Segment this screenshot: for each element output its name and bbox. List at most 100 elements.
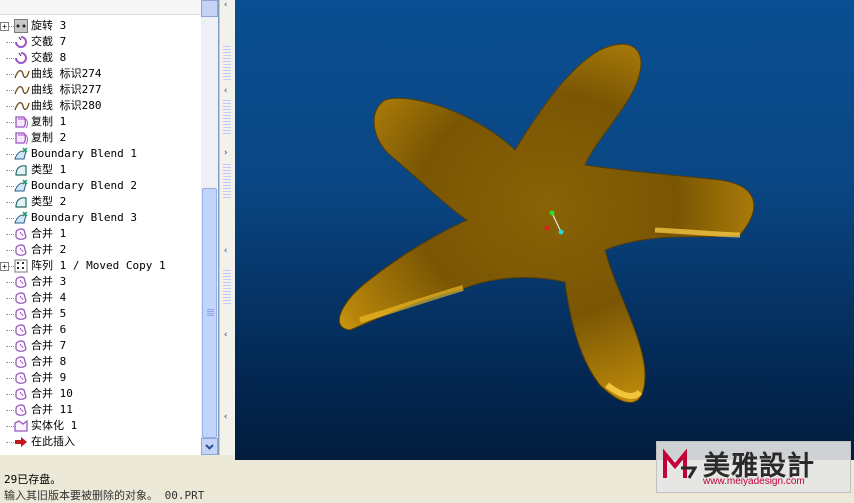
tree-connector — [6, 362, 14, 363]
tree-connector — [6, 410, 14, 411]
merge-icon — [14, 243, 28, 257]
tree-item-label: 曲线 标识280 — [31, 99, 102, 112]
tree-item-label: 合并 2 — [31, 243, 67, 256]
tree-item-label: 实体化 1 — [31, 419, 78, 432]
expand-icon[interactable]: + — [0, 22, 9, 31]
chevron-left-icon[interactable]: ‹ — [223, 330, 228, 340]
tree-connector — [6, 138, 14, 139]
tree-item[interactable]: 曲线 标识274 — [0, 66, 200, 82]
tree-item[interactable]: Boundary Blend 1 — [0, 146, 200, 162]
boundary-blend-icon — [14, 147, 28, 161]
copy-icon — [14, 131, 28, 145]
expand-icon[interactable]: + — [0, 262, 9, 271]
tree-connector — [6, 58, 14, 59]
tree-item[interactable]: 合并 1 — [0, 226, 200, 242]
scroll-down-button[interactable] — [201, 438, 218, 455]
tree-item[interactable]: 合并 9 — [0, 370, 200, 386]
tree-item[interactable]: 曲线 标识277 — [0, 82, 200, 98]
boundary-blend-icon — [14, 211, 28, 225]
tree-item[interactable]: 曲线 标识280 — [0, 98, 200, 114]
tree-item[interactable]: + 阵列 1 / Moved Copy 1 — [0, 258, 200, 274]
tree-item[interactable]: 复制 2 — [0, 130, 200, 146]
tree-item[interactable]: 实体化 1 — [0, 418, 200, 434]
tree-item[interactable]: 合并 3 — [0, 274, 200, 290]
tree-item[interactable]: + 旋转 3 — [0, 18, 200, 34]
tree-connector — [6, 346, 14, 347]
tree-item[interactable]: 合并 7 — [0, 338, 200, 354]
model-tree[interactable]: + 旋转 3 交截 7 交截 8 曲线 标识274 曲线 标识277 曲线 标识280 复制 … — [0, 0, 219, 455]
tree-item-label: 合并 11 — [31, 403, 73, 416]
tree-item[interactable]: 合并 6 — [0, 322, 200, 338]
tree-item-label: 复制 1 — [31, 115, 67, 128]
chevron-right-icon[interactable]: › — [223, 148, 228, 158]
tree-item[interactable]: 合并 2 — [0, 242, 200, 258]
tree-item-label: 曲线 标识277 — [31, 83, 102, 96]
intersect-icon — [14, 51, 28, 65]
tree-item-label: 复制 2 — [31, 131, 67, 144]
tree-connector — [6, 186, 14, 187]
tree-item-label: 合并 3 — [31, 275, 67, 288]
splitter-grip — [223, 164, 231, 198]
tree-item[interactable]: 在此插入 — [0, 434, 200, 450]
tree-connector — [6, 106, 14, 107]
tree-item[interactable]: Boundary Blend 2 — [0, 178, 200, 194]
chevron-left-icon[interactable]: ‹ — [223, 246, 228, 256]
tree-connector — [6, 426, 14, 427]
merge-icon — [14, 275, 28, 289]
splitter-grip — [223, 270, 231, 304]
merge-icon — [14, 403, 28, 417]
tree-item[interactable]: 类型 2 — [0, 194, 200, 210]
merge-icon — [14, 227, 28, 241]
tree-item[interactable]: 类型 1 — [0, 162, 200, 178]
curve-icon — [14, 99, 30, 113]
merge-icon — [14, 355, 28, 369]
chevron-down-icon — [205, 444, 214, 450]
revolve-icon — [14, 19, 28, 33]
surface-type-icon — [14, 163, 28, 177]
tree-item[interactable]: Boundary Blend 3 — [0, 210, 200, 226]
scroll-up-button[interactable] — [201, 0, 218, 17]
tree-connector — [6, 170, 14, 171]
tree-item-label: 曲线 标识274 — [31, 67, 102, 80]
splitter-grip — [223, 46, 231, 80]
tree-connector — [6, 122, 14, 123]
tree-item[interactable]: 交截 8 — [0, 50, 200, 66]
copy-icon — [14, 115, 28, 129]
boundary-blend-icon — [14, 179, 28, 193]
curve-icon — [14, 83, 30, 97]
tree-item[interactable]: 合并 4 — [0, 290, 200, 306]
tree-connector — [6, 282, 14, 283]
tree-item-label: 合并 7 — [31, 339, 67, 352]
starfish-model[interactable] — [235, 0, 854, 460]
message-line: 29已存盘。 — [4, 473, 62, 486]
tree-top-partial-row — [0, 0, 218, 15]
tree-item[interactable]: 交截 7 — [0, 34, 200, 50]
tree-connector — [6, 442, 14, 443]
tree-item-label: 合并 10 — [31, 387, 73, 400]
tree-connector — [6, 234, 14, 235]
tree-connector — [6, 42, 14, 43]
chevron-left-icon[interactable]: ‹ — [223, 86, 228, 96]
splitter-grip — [223, 100, 231, 134]
tree-item[interactable]: 合并 10 — [0, 386, 200, 402]
tree-item-label: 类型 1 — [31, 163, 67, 176]
tree-item[interactable]: 合并 8 — [0, 354, 200, 370]
tree-item-label: 合并 5 — [31, 307, 67, 320]
merge-icon — [14, 291, 28, 305]
chevron-left-icon[interactable]: ‹ — [223, 0, 228, 10]
graphics-viewport[interactable] — [235, 0, 854, 460]
merge-icon — [14, 339, 28, 353]
tree-scrollbar[interactable] — [201, 0, 218, 455]
tree-connector — [6, 154, 14, 155]
tree-item[interactable]: 复制 1 — [0, 114, 200, 130]
panel-splitter[interactable]: ‹ ‹ › ‹ ‹ ‹ — [219, 0, 235, 455]
tree-item-label: Boundary Blend 1 — [31, 147, 137, 160]
curve-icon — [14, 67, 30, 81]
solidify-icon — [14, 419, 28, 433]
chevron-left-icon[interactable]: ‹ — [223, 412, 228, 422]
tree-item[interactable]: 合并 5 — [0, 306, 200, 322]
tree-connector — [6, 314, 14, 315]
scroll-thumb[interactable] — [202, 188, 217, 438]
tree-item-label: 合并 1 — [31, 227, 67, 240]
tree-item[interactable]: 合并 11 — [0, 402, 200, 418]
